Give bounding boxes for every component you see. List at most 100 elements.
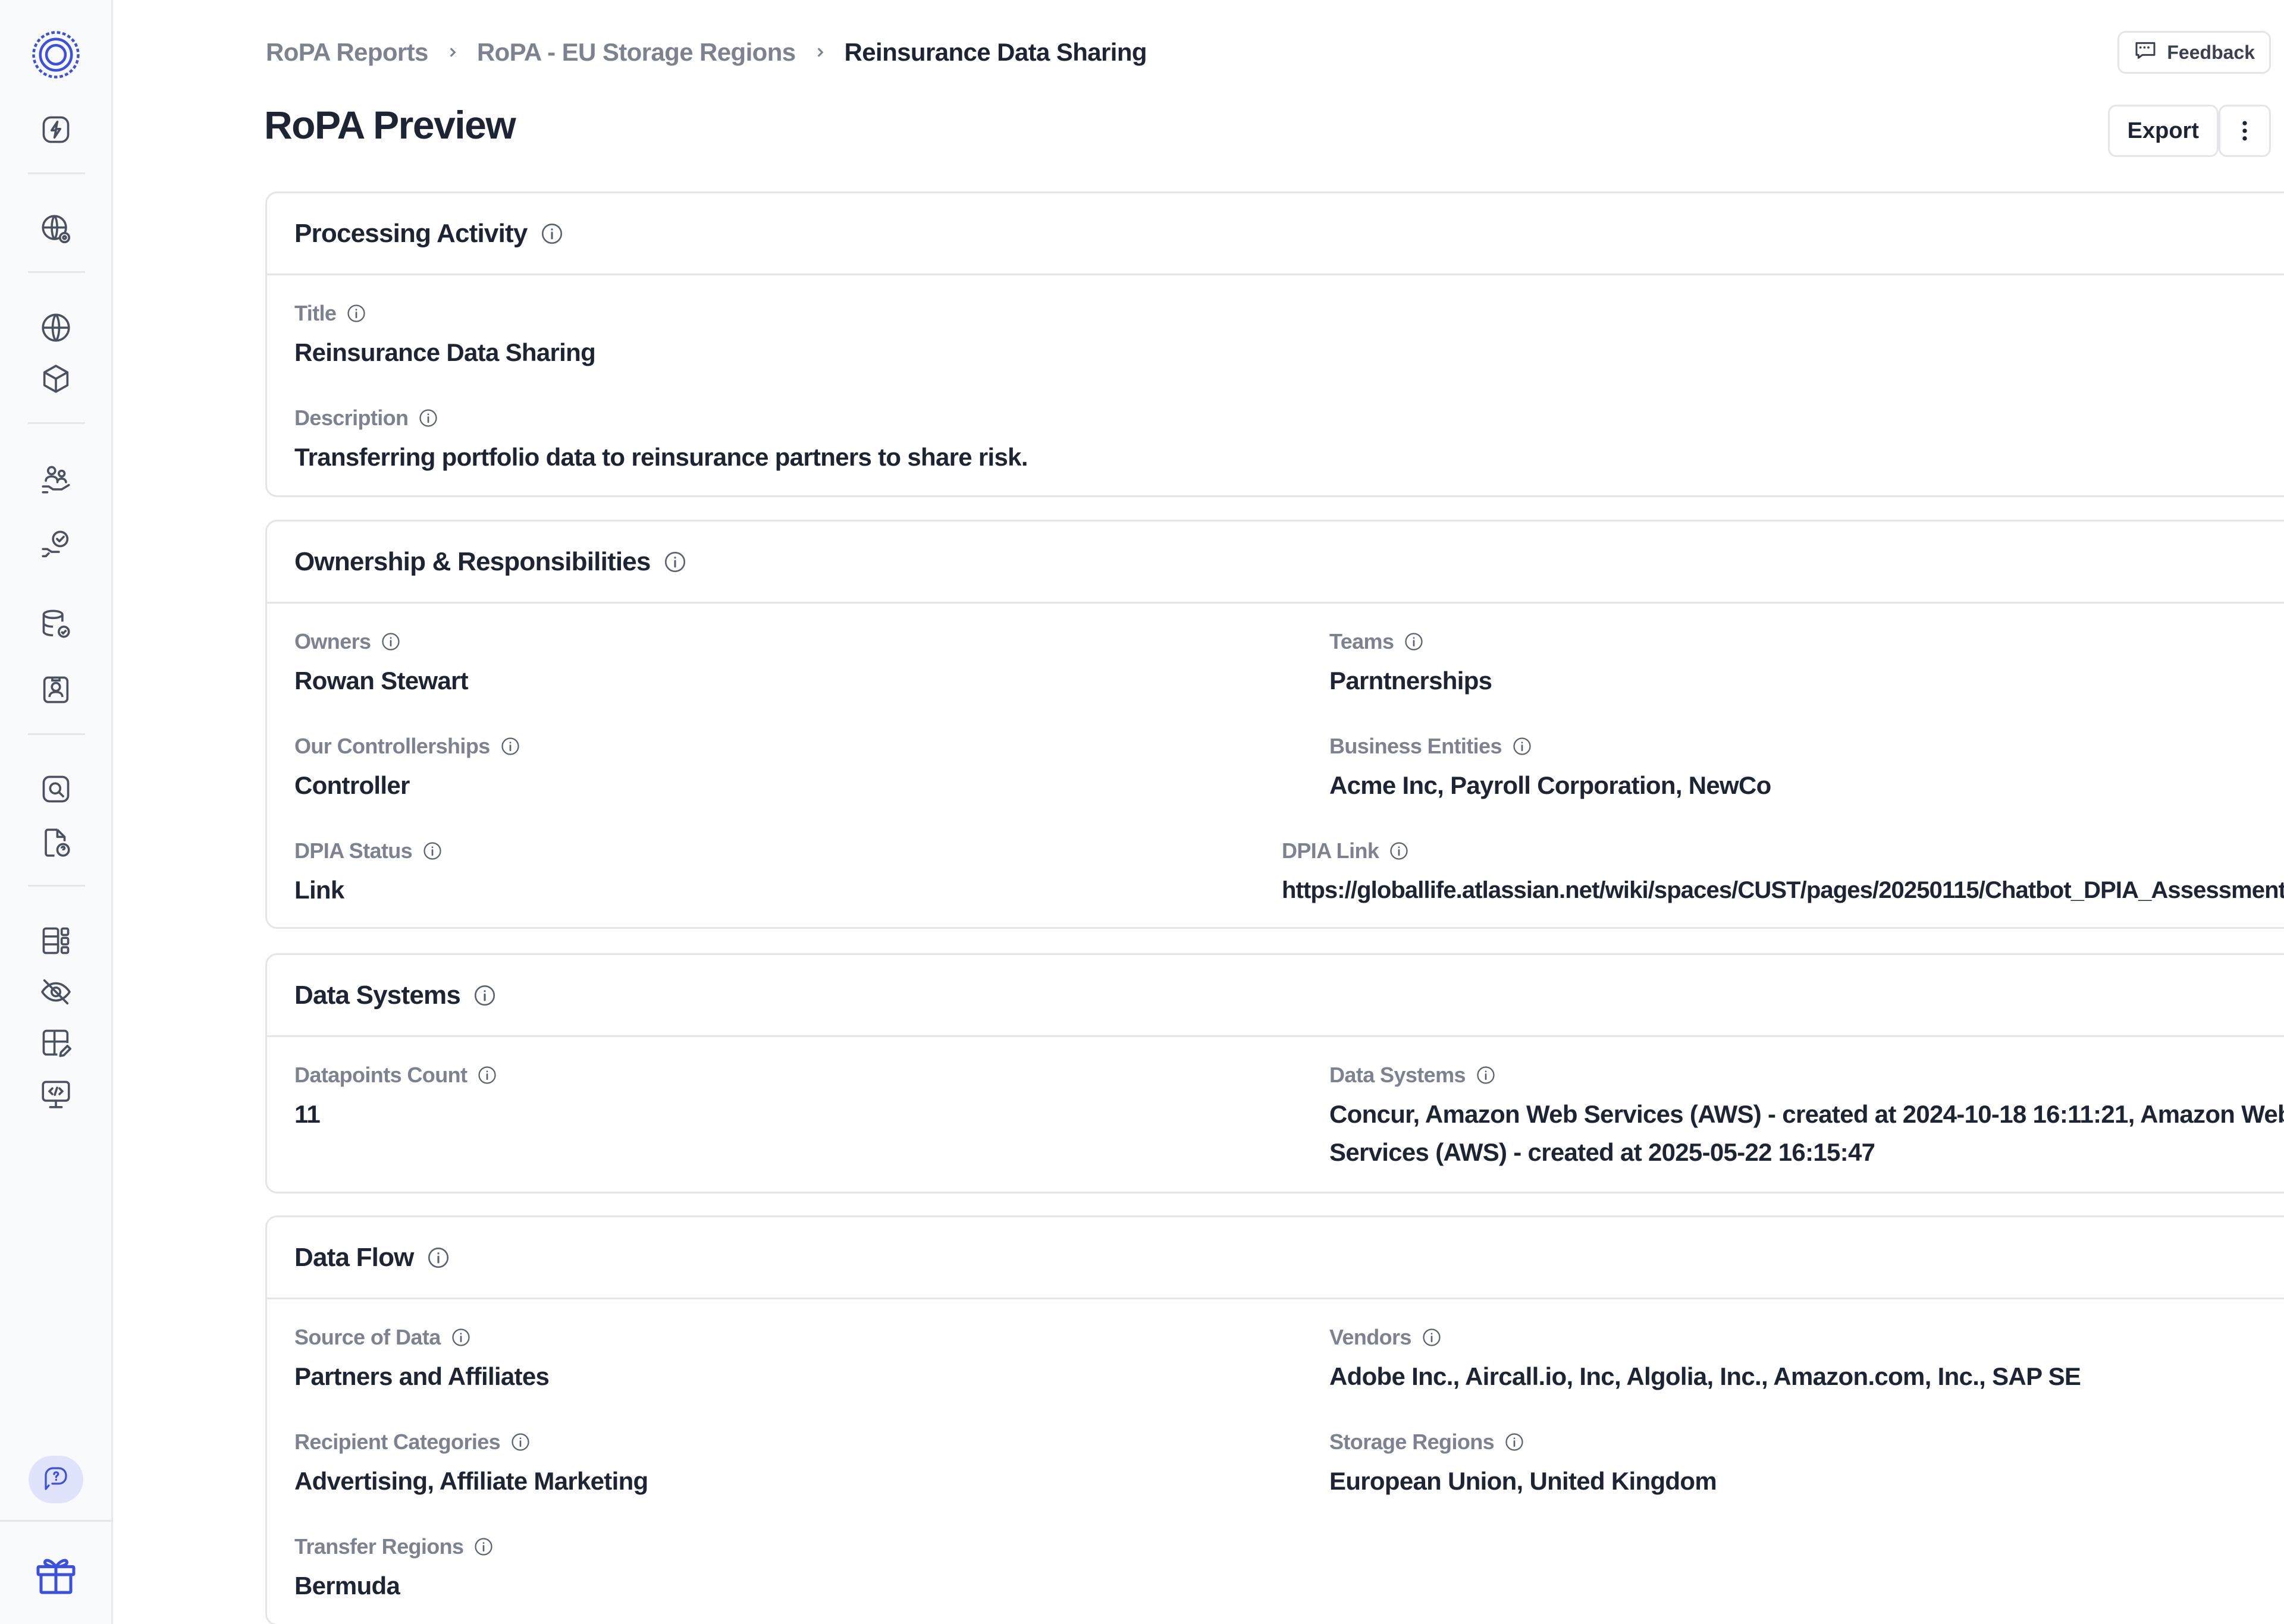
info-icon[interactable] bbox=[472, 983, 497, 1008]
description-field: Description Transferring portfolio data … bbox=[294, 404, 1028, 476]
page-title: RoPA Preview bbox=[264, 103, 516, 147]
info-icon[interactable] bbox=[422, 840, 443, 862]
breadcrumb-current: Reinsurance Data Sharing bbox=[844, 38, 1147, 66]
info-icon[interactable] bbox=[1388, 840, 1410, 862]
ownership-header[interactable]: Ownership & Responsibilities bbox=[267, 522, 2284, 604]
breadcrumb-link-eu-storage-regions[interactable]: RoPA - EU Storage Regions bbox=[477, 38, 796, 67]
field-value: European Union, United Kingdom bbox=[1329, 1467, 1717, 1495]
field-value: Partners and Affiliates bbox=[294, 1362, 550, 1390]
info-icon[interactable] bbox=[1511, 736, 1533, 757]
eye-off-icon[interactable] bbox=[34, 970, 77, 1013]
info-icon[interactable] bbox=[426, 1245, 451, 1270]
field-value: Link bbox=[294, 876, 344, 904]
title-field: Title Reinsurance Data Sharing bbox=[294, 299, 596, 372]
business-entities-field: Business Entities Acme Inc, Payroll Corp… bbox=[1329, 732, 1771, 805]
grid-layout-icon[interactable] bbox=[34, 919, 77, 962]
person-card-icon[interactable] bbox=[34, 668, 77, 711]
field-label: Our Controllerships bbox=[294, 734, 490, 758]
data-flow-card: Data Flow Source of Data Partners and Af… bbox=[265, 1215, 2284, 1624]
people-hand-icon[interactable] bbox=[34, 458, 77, 501]
info-icon[interactable] bbox=[510, 1431, 531, 1453]
field-label: Storage Regions bbox=[1329, 1430, 1495, 1454]
field-label: Datapoints Count bbox=[294, 1063, 468, 1087]
field-label: Transfer Regions bbox=[294, 1534, 464, 1559]
processing-activity-header[interactable]: Processing Activity bbox=[267, 193, 2284, 275]
hand-check-icon[interactable] bbox=[34, 523, 77, 566]
info-icon[interactable] bbox=[346, 303, 367, 324]
dpia-status-field: DPIA Status Link bbox=[294, 837, 443, 909]
help-chat-icon[interactable] bbox=[28, 1456, 83, 1503]
info-icon[interactable] bbox=[500, 736, 521, 757]
field-label: Title bbox=[294, 301, 337, 325]
field-value: Bermuda bbox=[294, 1572, 400, 1600]
ownership-card: Ownership & Responsibilities Owners Rowa… bbox=[265, 520, 2284, 929]
chevron-right-icon bbox=[446, 46, 459, 59]
feedback-icon bbox=[2134, 38, 2157, 67]
info-icon[interactable] bbox=[418, 407, 439, 429]
field-value: Concur, Amazon Web Services (AWS) - crea… bbox=[1329, 1100, 2284, 1166]
field-value: 11 bbox=[294, 1100, 321, 1128]
cube-icon[interactable] bbox=[34, 357, 77, 400]
field-label: DPIA Status bbox=[294, 838, 413, 863]
data-flow-header[interactable]: Data Flow bbox=[267, 1217, 2284, 1299]
data-systems-header[interactable]: Data Systems bbox=[267, 955, 2284, 1037]
section-title: Data Flow bbox=[294, 1242, 414, 1272]
field-value: Adobe Inc., Aircall.io, Inc, Algolia, In… bbox=[1329, 1362, 2081, 1390]
table-edit-icon[interactable] bbox=[34, 1022, 77, 1064]
field-label: Description bbox=[294, 406, 409, 430]
gift-icon[interactable] bbox=[30, 1548, 82, 1601]
logo-icon[interactable] bbox=[26, 25, 86, 84]
export-button[interactable]: Export bbox=[2107, 105, 2219, 157]
field-label: Owners bbox=[294, 629, 371, 654]
teams-field: Teams Parntnerships bbox=[1329, 627, 1492, 700]
feedback-label: Feedback bbox=[2167, 41, 2255, 63]
info-icon[interactable] bbox=[450, 1327, 472, 1348]
section-title: Ownership & Responsibilities bbox=[294, 546, 651, 576]
file-question-icon[interactable] bbox=[34, 821, 77, 864]
breadcrumb: RoPA Reports RoPA - EU Storage Regions R… bbox=[266, 38, 1147, 67]
section-title: Processing Activity bbox=[294, 218, 528, 248]
lightning-icon[interactable] bbox=[34, 108, 77, 151]
field-label: Data Systems bbox=[1329, 1063, 1466, 1087]
field-label: Source of Data bbox=[294, 1325, 441, 1349]
info-icon[interactable] bbox=[476, 1064, 498, 1086]
data-systems-card: Data Systems Datapoints Count 11 Data Sy… bbox=[265, 953, 2284, 1193]
field-label: Business Entities bbox=[1329, 734, 1502, 758]
database-check-icon[interactable] bbox=[34, 602, 77, 645]
dpia-link-field: DPIA Link https://globallife.atlassian.n… bbox=[1282, 837, 2284, 909]
search-box-icon[interactable] bbox=[34, 768, 77, 811]
info-icon[interactable] bbox=[380, 631, 401, 652]
globe-icon[interactable] bbox=[34, 306, 77, 349]
info-icon[interactable] bbox=[1403, 631, 1425, 652]
code-monitor-icon[interactable] bbox=[34, 1073, 77, 1116]
info-icon[interactable] bbox=[1504, 1431, 1525, 1453]
field-value: Transferring portfolio data to reinsuran… bbox=[294, 443, 1028, 471]
dpia-link[interactable]: https://globallife.atlassian.net/wiki/sp… bbox=[1282, 871, 2284, 909]
breadcrumb-link-ropa-reports[interactable]: RoPA Reports bbox=[266, 38, 428, 67]
data-systems-field: Data Systems Concur, Amazon Web Services… bbox=[1329, 1061, 2284, 1171]
field-value: Advertising, Affiliate Marketing bbox=[294, 1467, 648, 1495]
chevron-right-icon bbox=[814, 46, 827, 59]
recipient-categories-field: Recipient Categories Advertising, Affili… bbox=[294, 1428, 648, 1500]
feedback-button[interactable]: Feedback bbox=[2117, 31, 2271, 74]
datapoints-count-field: Datapoints Count 11 bbox=[294, 1061, 498, 1133]
main-content: RoPA Reports RoPA - EU Storage Regions R… bbox=[113, 0, 2284, 1624]
more-options-button[interactable] bbox=[2219, 105, 2271, 157]
sidebar bbox=[0, 0, 113, 1624]
section-title: Data Systems bbox=[294, 980, 461, 1010]
info-icon[interactable] bbox=[1421, 1327, 1442, 1348]
more-vertical-icon bbox=[2242, 121, 2247, 141]
processing-activity-card: Processing Activity Title Reinsurance Da… bbox=[265, 191, 2284, 497]
info-icon[interactable] bbox=[539, 221, 564, 246]
globe-settings-icon[interactable] bbox=[34, 208, 77, 250]
field-label: DPIA Link bbox=[1282, 838, 1379, 863]
storage-regions-field: Storage Regions European Union, United K… bbox=[1329, 1428, 1717, 1500]
info-icon[interactable] bbox=[1475, 1064, 1496, 1086]
info-icon[interactable] bbox=[663, 549, 688, 574]
field-value: Reinsurance Data Sharing bbox=[294, 338, 596, 366]
owners-field: Owners Rowan Stewart bbox=[294, 627, 469, 700]
field-label: Vendors bbox=[1329, 1325, 1411, 1349]
field-value: Parntnerships bbox=[1329, 667, 1492, 695]
field-value: Rowan Stewart bbox=[294, 667, 469, 695]
info-icon[interactable] bbox=[473, 1536, 494, 1557]
